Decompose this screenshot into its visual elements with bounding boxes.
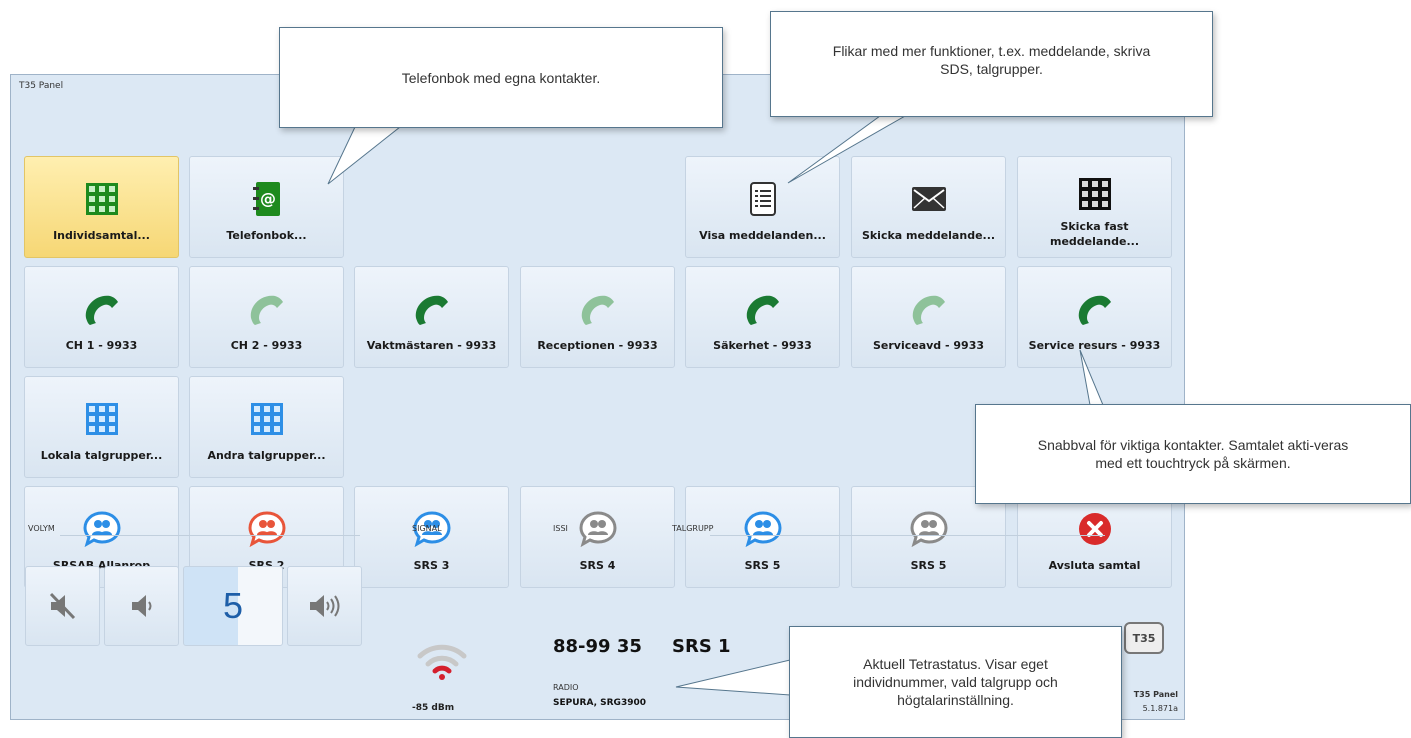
callout-status: Aktuell Tetrastatus. Visar eget individn… <box>789 626 1122 738</box>
callout-phonebook: Telefonbok med egna kontakter. <box>279 27 723 128</box>
callout-tabs: Flikar med mer funktioner, t.ex. meddela… <box>770 11 1213 117</box>
callout-quickdial: Snabbval för viktiga kontakter. Samtalet… <box>975 404 1411 504</box>
